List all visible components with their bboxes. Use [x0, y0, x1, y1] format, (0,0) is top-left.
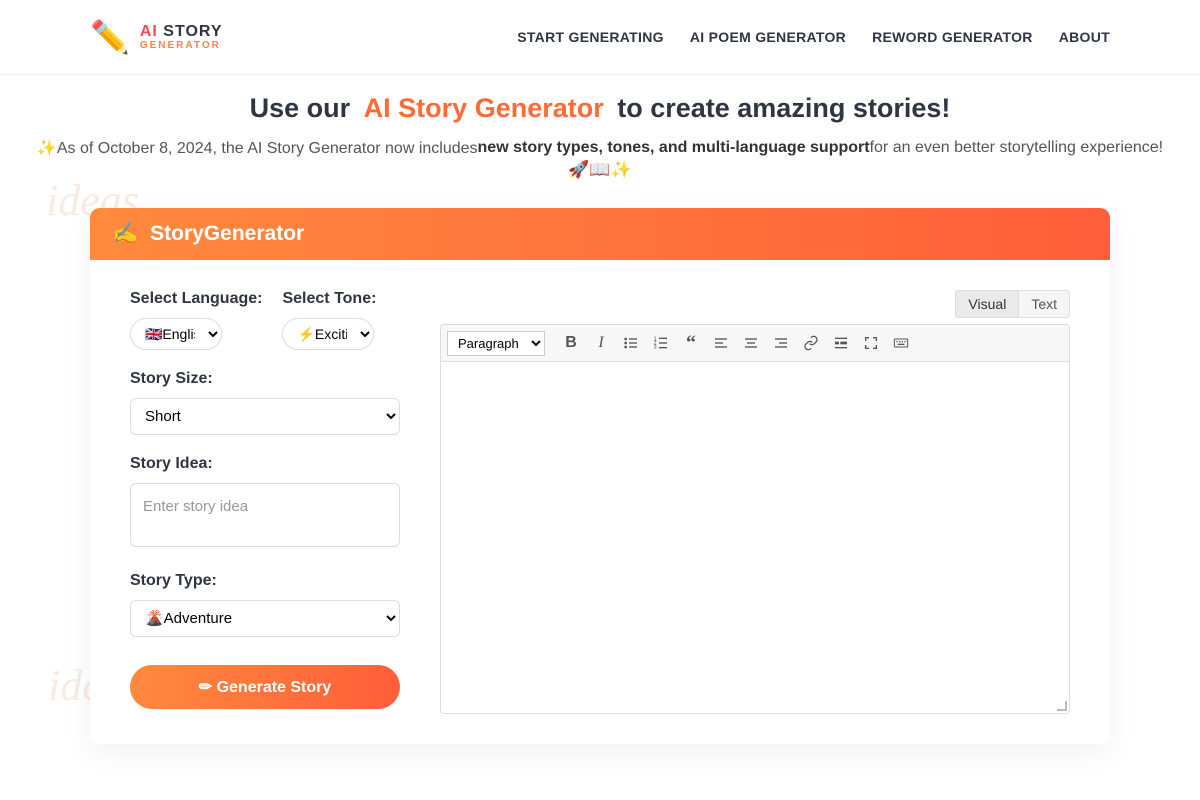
tone-label: Select Tone: — [282, 290, 376, 308]
language-select[interactable]: 🇬🇧English — [130, 318, 222, 350]
header: ✏️ AI STORY GENERATOR START GENERATING A… — [0, 0, 1200, 75]
page-title: Use our AI Story Generator to create ama… — [250, 93, 951, 124]
type-label: Story Type: — [130, 572, 400, 590]
align-left-icon[interactable] — [707, 329, 735, 357]
generator-card: ✍️ StoryGenerator Select Language: 🇬🇧Eng… — [90, 208, 1110, 744]
nav-about[interactable]: ABOUT — [1059, 29, 1110, 45]
announcement-emoji: 🚀📖✨ — [10, 160, 1190, 180]
tone-select[interactable]: ⚡Exciting — [282, 318, 374, 350]
story-idea-input[interactable] — [130, 483, 400, 547]
align-center-icon[interactable] — [737, 329, 765, 357]
nav-reword-generator[interactable]: REWORD GENERATOR — [872, 29, 1033, 45]
ordered-list-icon[interactable]: 123 — [647, 329, 675, 357]
editor-tabs: Visual Text — [440, 290, 1070, 318]
tab-text[interactable]: Text — [1019, 290, 1070, 318]
main-nav: START GENERATING AI POEM GENERATOR REWOR… — [517, 29, 1110, 45]
resize-handle-icon[interactable] — [1055, 699, 1067, 711]
nav-poem-generator[interactable]: AI POEM GENERATOR — [690, 29, 846, 45]
size-select[interactable]: Short — [130, 398, 400, 435]
writing-icon: ✍️ — [112, 222, 138, 246]
form-column: Select Language: 🇬🇧English Select Tone: … — [130, 290, 400, 714]
paragraph-select[interactable]: Paragraph — [447, 331, 545, 356]
announcement: ✨As of October 8, 2024, the AI Story Gen… — [10, 138, 1190, 158]
logo[interactable]: ✏️ AI STORY GENERATOR — [90, 18, 223, 56]
logo-text: AI STORY — [140, 23, 223, 41]
logo-subtext: GENERATOR — [140, 40, 223, 51]
generate-button[interactable]: ✏ Generate Story — [130, 665, 400, 709]
align-right-icon[interactable] — [767, 329, 795, 357]
title-highlight: AI Story Generator — [358, 93, 610, 123]
italic-icon[interactable]: I — [587, 329, 615, 357]
card-title: StoryGenerator — [150, 222, 304, 246]
link-icon[interactable] — [797, 329, 825, 357]
blockquote-icon[interactable]: “ — [677, 329, 705, 357]
editor-toolbar: Paragraph B I 123 “ — [440, 324, 1070, 362]
editor-column: Visual Text Paragraph B I 123 “ — [440, 290, 1070, 714]
fullscreen-icon[interactable] — [857, 329, 885, 357]
bullet-list-icon[interactable] — [617, 329, 645, 357]
nav-start-generating[interactable]: START GENERATING — [517, 29, 664, 45]
type-select[interactable]: 🌋Adventure — [130, 600, 400, 637]
insert-more-icon[interactable] — [827, 329, 855, 357]
bold-icon[interactable]: B — [557, 329, 585, 357]
editor-body[interactable] — [440, 362, 1070, 714]
size-label: Story Size: — [130, 370, 400, 388]
idea-label: Story Idea: — [130, 455, 400, 473]
card-header: ✍️ StoryGenerator — [90, 208, 1110, 260]
svg-text:3: 3 — [654, 344, 657, 350]
language-label: Select Language: — [130, 290, 262, 308]
pencil-icon: ✏️ — [90, 18, 130, 56]
keyboard-icon[interactable] — [887, 329, 915, 357]
tab-visual[interactable]: Visual — [955, 290, 1019, 318]
